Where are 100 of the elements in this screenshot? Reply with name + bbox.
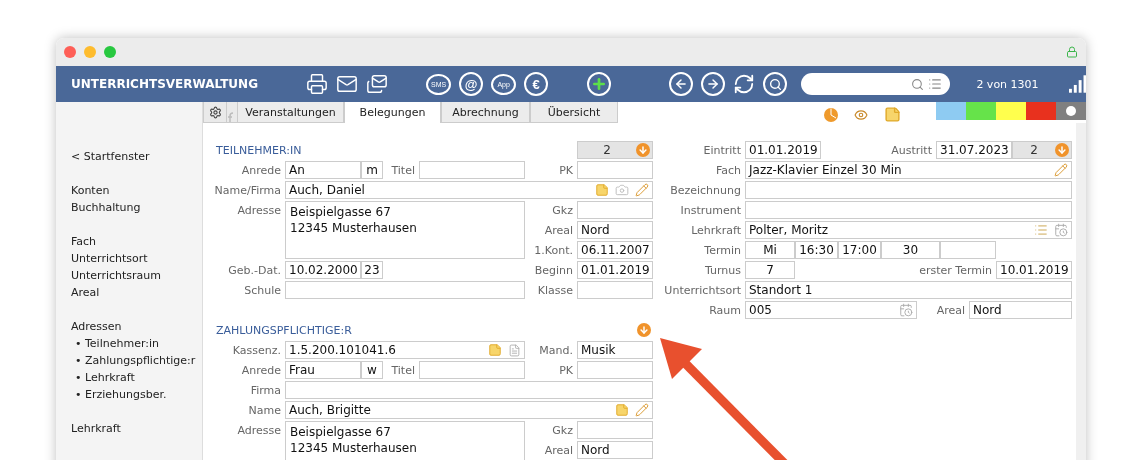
arrow-down-icon[interactable] [637, 323, 651, 337]
pencil-icon[interactable] [1054, 163, 1068, 177]
input-field[interactable]: 06.11.2007 [577, 241, 653, 259]
sticky-note-icon[interactable] [615, 403, 629, 417]
address-field[interactable]: Beispielgasse 67 12345 Musterhausen [285, 201, 525, 259]
input-field[interactable]: Nord [969, 301, 1072, 319]
sidebar-item[interactable]: Buchhaltung [71, 199, 141, 216]
input-field[interactable] [577, 201, 653, 219]
circle-glyph-button[interactable]: @ [459, 72, 484, 96]
input-field[interactable]: 10.01.2019 [996, 261, 1072, 279]
input-field[interactable]: Auch, Daniel [285, 181, 653, 199]
sidebar-item[interactable]: Unterrichtsraum [71, 267, 162, 284]
input-field[interactable] [577, 361, 653, 379]
calendar-icon[interactable] [1054, 223, 1068, 237]
sticky-note-icon[interactable] [488, 343, 502, 357]
field-label: PK [559, 363, 574, 377]
camera-icon[interactable] [615, 183, 629, 197]
input-field[interactable] [745, 181, 1072, 199]
input-field[interactable]: 7 [745, 261, 795, 279]
input-field[interactable]: Nord [577, 221, 653, 239]
input-field[interactable]: 1.5.200.101041.6 [285, 341, 525, 359]
input-field[interactable] [577, 421, 653, 439]
input-field[interactable]: Jazz-Klavier Einzel 30 Min [745, 161, 1072, 179]
tab[interactable]: Veranstaltungen [237, 102, 344, 123]
minimize-button[interactable] [84, 46, 96, 58]
sidebar-item[interactable]: < Startfenster [71, 148, 150, 165]
input-field[interactable]: Mi [745, 241, 795, 259]
sidebar-item[interactable]: • Teilnehmer:in [71, 335, 159, 352]
input-field[interactable] [419, 361, 525, 379]
input-field[interactable]: Nord [577, 441, 653, 459]
input-field[interactable]: 23 [361, 261, 383, 279]
sticky-note-icon[interactable] [595, 183, 609, 197]
forward-button[interactable] [701, 72, 726, 96]
input-field[interactable]: 005 [745, 301, 917, 319]
list-icon[interactable] [1034, 223, 1048, 237]
sidebar-item[interactable]: • Erziehungsber. [71, 386, 167, 403]
arrow-down-icon[interactable] [1055, 143, 1069, 157]
color-tag[interactable] [1056, 102, 1086, 120]
arrow-down-icon[interactable] [636, 143, 650, 157]
search-field[interactable] [801, 73, 951, 95]
add-button[interactable] [587, 72, 612, 96]
input-field[interactable]: m [361, 161, 383, 179]
document-icon[interactable] [508, 343, 521, 357]
input-field[interactable]: 31.07.2023 [936, 141, 1012, 159]
input-field[interactable]: 17:00 [838, 241, 881, 259]
color-tag[interactable] [936, 102, 966, 120]
sidebar-item[interactable]: Lehrkraft [71, 420, 121, 437]
search-button[interactable] [763, 72, 788, 96]
sticky-note-icon[interactable] [884, 106, 901, 123]
sidebar-item[interactable]: • Lehrkraft [71, 369, 135, 386]
input-field[interactable]: Auch, Brigitte [285, 401, 653, 419]
input-field[interactable]: Musik [577, 341, 653, 359]
input-field[interactable] [745, 201, 1072, 219]
color-tag[interactable] [966, 102, 996, 120]
sidebar-item[interactable]: Unterrichtsort [71, 250, 148, 267]
tab[interactable]: Belegungen [344, 102, 441, 123]
input-field[interactable]: 10.02.2000 [285, 261, 361, 279]
input-field[interactable]: 01.01.2019 [745, 141, 821, 159]
back-button[interactable] [669, 72, 694, 96]
field-label: Areal [544, 443, 574, 457]
tab[interactable]: Abrechnung [441, 102, 530, 123]
input-field[interactable] [577, 281, 653, 299]
input-field[interactable]: Standort 1 [745, 281, 1072, 299]
input-field[interactable]: Frau [285, 361, 361, 379]
settings-button[interactable] [203, 102, 227, 123]
calendar-icon[interactable] [899, 303, 913, 317]
sidebar-item[interactable]: Fach [71, 233, 97, 250]
sidebar-item[interactable]: • Zahlungspflichtige:r [71, 352, 196, 369]
input-field[interactable]: w [361, 361, 383, 379]
close-button[interactable] [64, 46, 76, 58]
sidebar-item[interactable]: Areal [71, 284, 100, 301]
count-field[interactable]: 2 [1012, 141, 1072, 159]
tab[interactable]: Übersicht [530, 102, 618, 123]
color-tag[interactable] [1026, 102, 1056, 120]
pencil-icon[interactable] [635, 183, 649, 197]
input-field[interactable]: 30 [881, 241, 940, 259]
eye-icon[interactable] [854, 107, 868, 122]
sidebar-item[interactable]: Adressen [71, 318, 122, 335]
input-field[interactable]: An [285, 161, 361, 179]
input-field[interactable] [285, 281, 525, 299]
refresh-button[interactable] [733, 72, 756, 96]
printer-button[interactable] [306, 72, 329, 96]
input-field[interactable] [577, 161, 653, 179]
field-label: Geb.-Dat. [228, 263, 282, 277]
pie-chart-icon[interactable] [824, 107, 838, 122]
input-field[interactable]: 01.01.2019 [577, 261, 653, 279]
mail-stack-button[interactable] [366, 72, 389, 96]
list-icon[interactable] [928, 77, 943, 91]
input-field[interactable]: 16:30 [795, 241, 838, 259]
circle-glyph-button[interactable]: € [524, 72, 549, 96]
input-field[interactable] [940, 241, 996, 259]
zoom-button[interactable] [104, 46, 116, 58]
color-tag[interactable] [996, 102, 1026, 120]
count-field[interactable]: 2 [577, 141, 653, 159]
address-field[interactable]: Beispielgasse 67 12345 Musterhausen [285, 421, 525, 460]
input-field[interactable]: Polter, Moritz [745, 221, 1072, 239]
input-field[interactable] [419, 161, 525, 179]
pencil-icon[interactable] [635, 403, 649, 417]
sidebar-item[interactable]: Konten [71, 182, 110, 199]
input-field[interactable] [285, 381, 653, 399]
